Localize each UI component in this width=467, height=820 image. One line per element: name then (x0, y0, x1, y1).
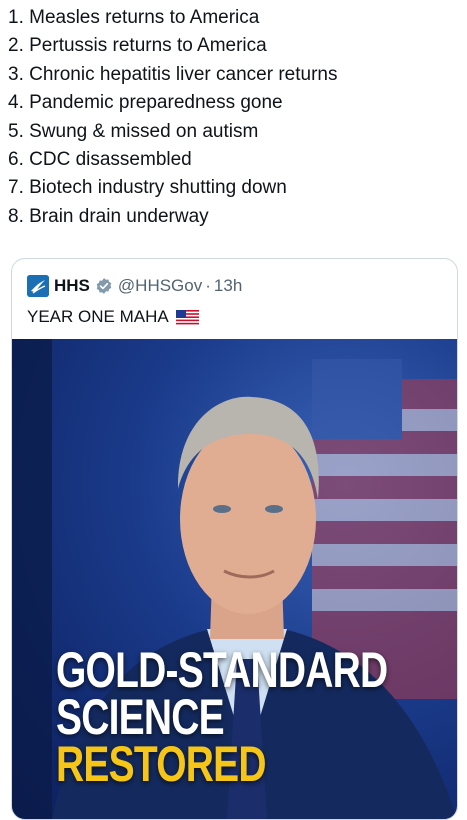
list-item: 7. Biotech industry shutting down (8, 177, 287, 199)
us-flag-icon (175, 309, 199, 325)
author-handle[interactable]: @HHSGov (118, 276, 202, 296)
separator-dot: · (205, 276, 211, 295)
list-item: 3. Chronic hepatitis liver cancer return… (8, 63, 338, 85)
timestamp[interactable]: 13h (214, 276, 242, 296)
list-item: 8. Brain drain underway (8, 205, 209, 227)
list-item: 5. Swung & missed on autism (8, 120, 259, 142)
image-caption-line-3: RESTORED (56, 736, 267, 792)
verified-badge-icon (95, 277, 113, 295)
tweet-media-image[interactable]: GOLD-STANDARD SCIENCE RESTORED (12, 339, 457, 819)
quoted-tweet-header: HHS @HHSGov · 13h (27, 274, 242, 298)
quoted-tweet-text: YEAR ONE MAHA (27, 307, 199, 327)
list-item: 1. Measles returns to America (8, 7, 260, 28)
tweet-text-list: 1. Measles returns to America 2. Pertuss… (8, 4, 463, 231)
quoted-tweet-body: YEAR ONE MAHA (27, 307, 169, 326)
list-item: 4. Pandemic preparedness gone (8, 92, 283, 114)
list-item: 6. CDC disassembled (8, 149, 192, 171)
list-item: 2. Pertussis returns to America (8, 35, 267, 57)
author-name[interactable]: HHS (54, 276, 90, 296)
hhs-logo-icon[interactable] (27, 275, 49, 297)
quoted-tweet-card[interactable]: HHS @HHSGov · 13h YEAR ONE MAHA GOLD-STA… (11, 258, 458, 820)
